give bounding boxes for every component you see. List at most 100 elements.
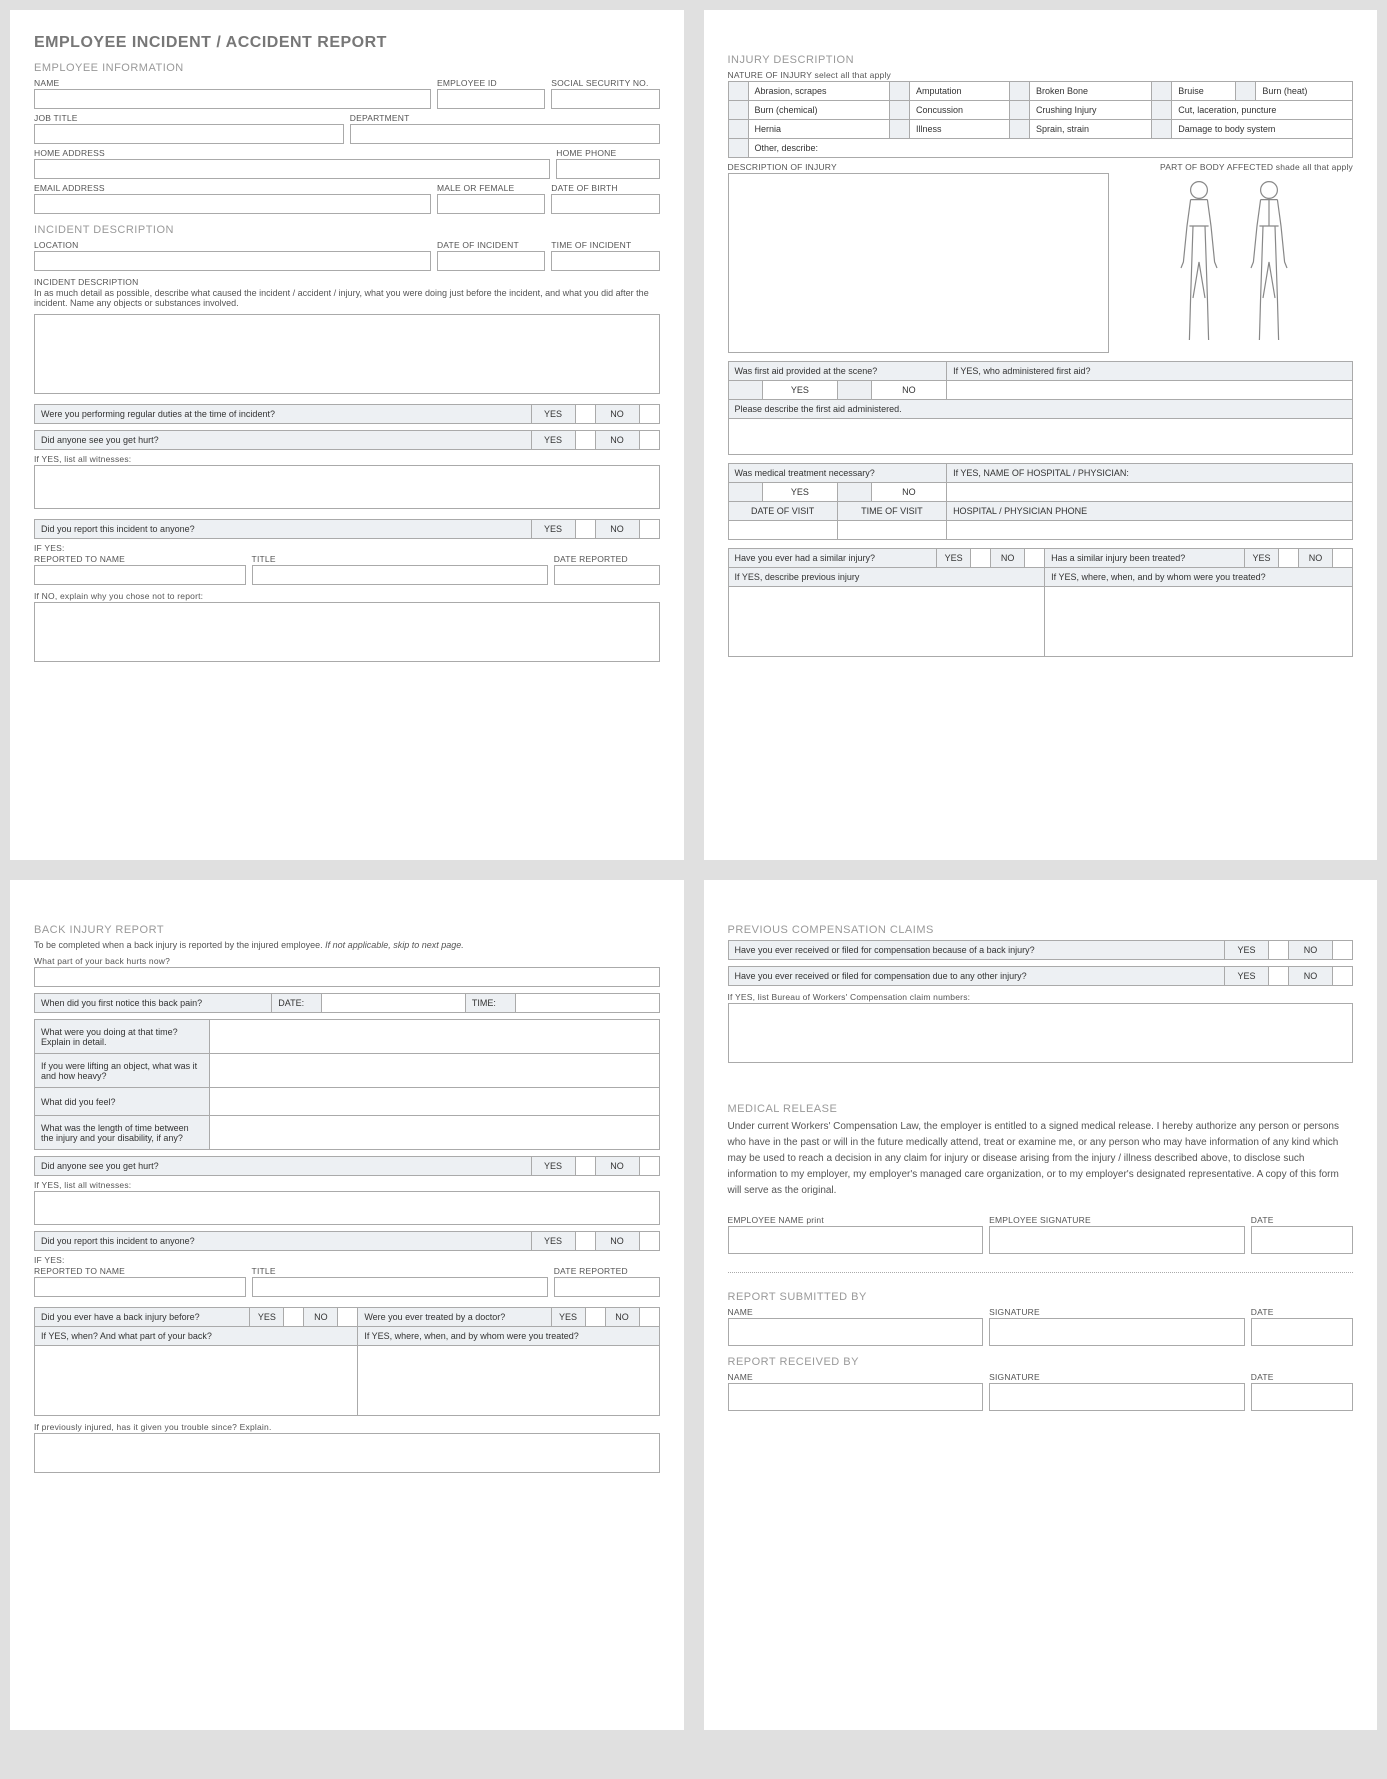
- back-witnesses-field[interactable]: [34, 1191, 660, 1225]
- comp-list-field[interactable]: [728, 1003, 1354, 1063]
- empid-field[interactable]: [437, 89, 545, 109]
- treated-yes[interactable]: YES: [1245, 549, 1279, 568]
- dob-field[interactable]: [551, 194, 659, 214]
- back-sub: To be completed when a back injury is re…: [34, 940, 660, 950]
- q-regular-yes[interactable]: YES: [531, 405, 575, 424]
- ssn-field[interactable]: [551, 89, 659, 109]
- back-reported-table: Did you report this incident to anyone?Y…: [34, 1231, 660, 1251]
- dept-label: DEPARTMENT: [350, 113, 660, 123]
- back-length-field[interactable]: [209, 1116, 659, 1150]
- opt-sprain: Sprain, strain: [1029, 120, 1151, 139]
- similar-treated: Has a similar injury been treated?: [1045, 549, 1245, 568]
- q-seen-no[interactable]: NO: [595, 431, 639, 450]
- submit-sig-field[interactable]: [989, 1318, 1245, 1346]
- treated-no[interactable]: NO: [1299, 549, 1333, 568]
- gender-label: MALE OR FEMALE: [437, 183, 545, 193]
- hospname-field[interactable]: [947, 483, 1353, 502]
- incdate-label: DATE OF INCIDENT: [437, 240, 545, 250]
- back-doing-label: What were you doing at that time? Explai…: [35, 1020, 210, 1054]
- q-reported-yes[interactable]: YES: [531, 520, 575, 539]
- q-reported-no[interactable]: NO: [595, 520, 639, 539]
- rel-empsig-field[interactable]: [989, 1226, 1245, 1254]
- dotted-separator: [728, 1272, 1354, 1273]
- ifno-field[interactable]: [34, 602, 660, 662]
- comp-other: Have you ever received or filed for comp…: [728, 967, 1225, 986]
- back-seen: Did anyone see you get hurt?: [35, 1157, 532, 1176]
- reptitle-field[interactable]: [252, 565, 548, 585]
- rel-date-label: DATE: [1251, 1215, 1353, 1225]
- back-wherewho-field[interactable]: [358, 1346, 659, 1416]
- body-front-icon: [1169, 177, 1229, 347]
- back-datereported-field[interactable]: [554, 1277, 660, 1297]
- firstaid-who-field[interactable]: [947, 381, 1353, 400]
- opt-other: Other, describe:: [748, 139, 1353, 158]
- reportedto-field[interactable]: [34, 565, 246, 585]
- timevisit-field[interactable]: [837, 521, 946, 539]
- location-field[interactable]: [34, 251, 431, 271]
- prevdesc-field[interactable]: [728, 587, 1045, 657]
- jobtitle-label: JOB TITLE: [34, 113, 344, 123]
- comp-back-table: Have you ever received or filed for comp…: [728, 940, 1354, 960]
- back-part-field[interactable]: [34, 967, 660, 987]
- back-lift-field[interactable]: [209, 1054, 659, 1088]
- receive-sig-field[interactable]: [989, 1383, 1245, 1411]
- back-trouble-label: If previously injured, has it given you …: [34, 1422, 660, 1432]
- back-date-field[interactable]: [322, 994, 466, 1013]
- similar-no[interactable]: NO: [991, 549, 1025, 568]
- firstaid-no: NO: [871, 381, 946, 399]
- hospphone-field[interactable]: [947, 521, 1353, 540]
- incdate-field[interactable]: [437, 251, 545, 271]
- dept-field[interactable]: [350, 124, 660, 144]
- incdesc-field[interactable]: [34, 314, 660, 394]
- back-trouble-field[interactable]: [34, 1433, 660, 1473]
- name-field[interactable]: [34, 89, 431, 109]
- release-text: Under current Workers' Compensation Law,…: [728, 1119, 1354, 1199]
- q-regular-no-box[interactable]: [639, 405, 659, 424]
- rel-date-field[interactable]: [1251, 1226, 1353, 1254]
- ifyes-label: IF YES:: [34, 543, 660, 553]
- witnesses-field[interactable]: [34, 465, 660, 509]
- rel-empname-field[interactable]: [728, 1226, 984, 1254]
- receive-date-label: DATE: [1251, 1372, 1353, 1382]
- opt-burnheat: Burn (heat): [1256, 82, 1353, 101]
- back-title-field[interactable]: [252, 1277, 548, 1297]
- inctime-field[interactable]: [551, 251, 659, 271]
- q-regular-yes-box[interactable]: [575, 405, 595, 424]
- homeaddr-field[interactable]: [34, 159, 550, 179]
- receive-date-field[interactable]: [1251, 1383, 1353, 1411]
- hospname-label: If YES, NAME OF HOSPITAL / PHYSICIAN:: [947, 464, 1353, 483]
- back-reportedto-field[interactable]: [34, 1277, 246, 1297]
- back-whenpart-field[interactable]: [35, 1346, 358, 1416]
- firstaid-desc-field[interactable]: [728, 419, 1353, 455]
- email-label: EMAIL ADDRESS: [34, 183, 431, 193]
- back-date-label: DATE:: [272, 994, 322, 1013]
- incdesc-label: INCIDENT DESCRIPTION: [34, 277, 138, 287]
- body-diagram[interactable]: [1115, 173, 1353, 351]
- homephone-field[interactable]: [556, 159, 659, 179]
- back-reportedto-label: REPORTED TO NAME: [34, 1266, 246, 1276]
- submit-name-field[interactable]: [728, 1318, 984, 1346]
- datereported-field[interactable]: [554, 565, 660, 585]
- email-field[interactable]: [34, 194, 431, 214]
- q-seen: Did anyone see you get hurt?: [35, 431, 532, 450]
- back-time-field[interactable]: [515, 994, 659, 1013]
- submit-date-field[interactable]: [1251, 1318, 1353, 1346]
- opt-crushing: Crushing Injury: [1029, 101, 1151, 120]
- q-seen-yes[interactable]: YES: [531, 431, 575, 450]
- back-lift-label: If you were lifting an object, what was …: [35, 1054, 210, 1088]
- q-reported: Did you report this incident to anyone?: [35, 520, 532, 539]
- q-regular-no[interactable]: NO: [595, 405, 639, 424]
- similar-yes[interactable]: YES: [937, 549, 971, 568]
- submit-name-label: NAME: [728, 1307, 984, 1317]
- opt-concussion: Concussion: [910, 101, 1010, 120]
- prevwhere-field[interactable]: [1045, 587, 1353, 657]
- receive-sig-label: SIGNATURE: [989, 1372, 1245, 1382]
- descinjury-field[interactable]: [728, 173, 1109, 353]
- submit-date-label: DATE: [1251, 1307, 1353, 1317]
- back-feel-field[interactable]: [209, 1088, 659, 1116]
- receive-name-field[interactable]: [728, 1383, 984, 1411]
- gender-field[interactable]: [437, 194, 545, 214]
- back-doing-field[interactable]: [209, 1020, 659, 1054]
- jobtitle-field[interactable]: [34, 124, 344, 144]
- datevisit-field[interactable]: [729, 521, 838, 539]
